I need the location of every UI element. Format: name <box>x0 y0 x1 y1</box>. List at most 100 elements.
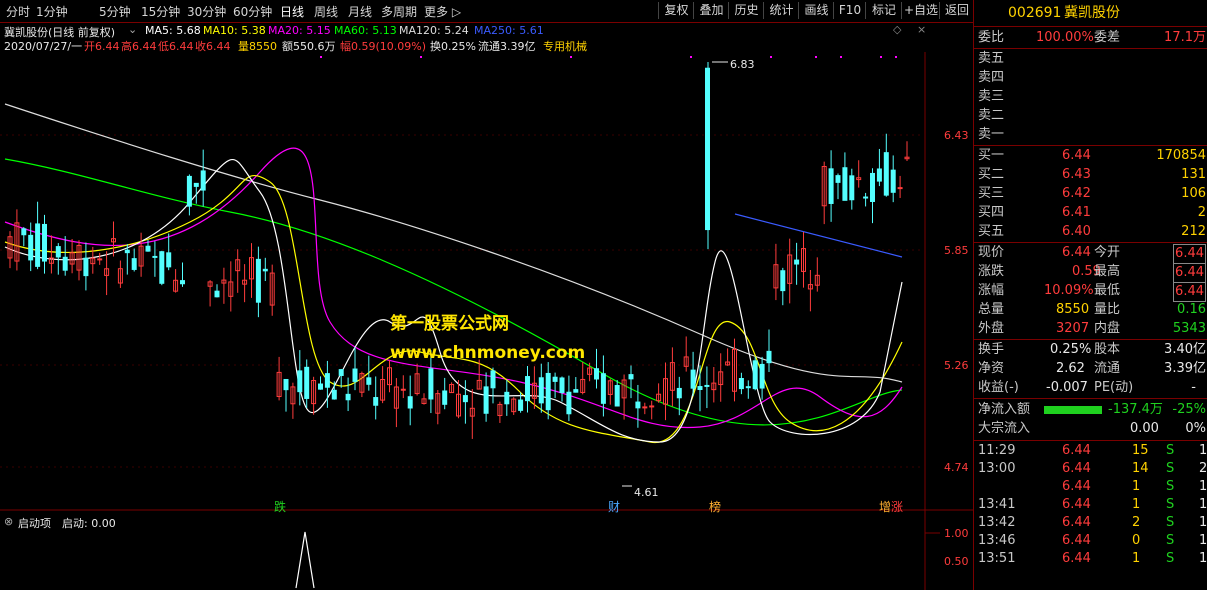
candle-body <box>366 377 372 385</box>
event-marker-list[interactable]: 榜 <box>709 498 721 515</box>
tab-15min[interactable]: 15分钟 <box>141 3 180 20</box>
quote-value: 6.44 <box>1173 282 1206 302</box>
candle-body <box>283 378 289 391</box>
candle-body <box>676 387 682 399</box>
close-icon[interactable]: × <box>917 23 926 36</box>
back-button[interactable]: 返回 <box>939 2 975 19</box>
indicator-axis-label: 0.50 <box>944 555 969 568</box>
high-price-label: 6.83 <box>730 58 755 71</box>
candle-body <box>614 385 620 407</box>
candle-body <box>97 258 103 261</box>
stat-value: -0.007 <box>1046 380 1088 395</box>
candle-body <box>780 270 786 292</box>
signal-dot <box>420 56 422 58</box>
candle-body <box>835 175 841 183</box>
tick-side: S <box>1166 479 1175 494</box>
candle-body <box>849 175 855 201</box>
indicator-name[interactable]: 启动项 <box>18 515 51 531</box>
netflow-row: 净流入额 -137.4万 -25% <box>974 401 1207 419</box>
ma120-legend: MA120: 5.24 <box>399 24 469 37</box>
stat-row: 换手 0.25% 股本 3.40亿 <box>974 341 1207 359</box>
history-button[interactable]: 历史 <box>728 2 764 19</box>
stat-value: 2.62 <box>1056 361 1085 376</box>
tab-fenshi[interactable]: 分时 <box>6 3 30 20</box>
stat-value: 0.25% <box>1050 342 1092 357</box>
candle-body <box>738 377 744 390</box>
f10-button[interactable]: F10 <box>833 2 866 19</box>
tab-5min[interactable]: 5分钟 <box>99 3 131 20</box>
draw-line-button[interactable]: 画线 <box>798 2 834 19</box>
tick-row: 13:51 6.44 1 S 1 <box>974 550 1207 568</box>
tab-30min[interactable]: 30分钟 <box>187 3 226 20</box>
stat-label: 流通 <box>1094 361 1121 376</box>
tab-daily[interactable]: 日线 <box>280 3 304 20</box>
indicator-close-icon[interactable]: ⊗ <box>4 515 13 528</box>
quote-panel: 002691 冀凯股份 委比 100.00% 委差 17.1万 卖五 卖四 卖三… <box>973 0 1207 590</box>
candle-body <box>462 395 468 403</box>
candle-body <box>262 268 268 272</box>
price-axis-label: 5.26 <box>944 359 969 372</box>
candle-body <box>573 389 579 393</box>
dropdown-chevron-icon[interactable]: ⌄ <box>128 23 137 36</box>
tab-monthly[interactable]: 月线 <box>348 3 372 20</box>
candle-body <box>373 397 379 406</box>
mark-button[interactable]: 标记 <box>865 2 902 19</box>
quote-label: 现价 <box>978 245 1005 260</box>
tab-weekly[interactable]: 周线 <box>314 3 338 20</box>
candle-body <box>166 252 172 268</box>
signal-dot <box>570 56 572 58</box>
candle-body <box>752 360 758 390</box>
signal-dot <box>815 56 817 58</box>
candle-body <box>352 368 358 382</box>
tab-1min[interactable]: 1分钟 <box>36 3 68 20</box>
kline-chart[interactable] <box>0 22 973 590</box>
kline-low: 低6.44 <box>158 40 194 53</box>
tab-60min[interactable]: 60分钟 <box>233 3 272 20</box>
overlay-button[interactable]: 叠加 <box>693 2 729 19</box>
netflow-pct: -25% <box>1172 402 1206 417</box>
tick-vol: 1 <box>1132 497 1141 512</box>
tick-time: 13:41 <box>978 497 1016 512</box>
tab-more[interactable]: 更多 ▷ <box>424 3 461 20</box>
candle-body <box>442 390 448 405</box>
diamond-icon[interactable]: ◇ <box>893 23 901 36</box>
tick-row: 13:00 6.44 14 S 2 <box>974 460 1207 478</box>
add-watchlist-button[interactable]: +自选 <box>901 2 940 19</box>
event-marker-finance[interactable]: 财 <box>608 498 620 515</box>
candle-body <box>400 388 406 391</box>
event-marker-rise[interactable]: 涨 <box>891 498 903 515</box>
tick-num: 1 <box>1199 479 1207 494</box>
event-marker-increase[interactable]: 增 <box>879 498 891 515</box>
stat-label: 净资 <box>978 361 1005 376</box>
candle-body <box>545 372 551 411</box>
buy-label: 买五 <box>978 224 1005 239</box>
ma5-legend: MA5: 5.68 <box>145 24 201 37</box>
candle-body <box>214 290 220 298</box>
buy-price: 6.42 <box>1062 186 1091 201</box>
candle-body <box>745 386 751 389</box>
kline-chart-area[interactable]: 冀凯股份(日线 前复权) ⌄ MA5: 5.68 MA10: 5.38 MA20… <box>0 22 973 590</box>
candle-body <box>28 234 34 261</box>
restore-rights-button[interactable]: 复权 <box>658 2 694 19</box>
tick-row: 11:29 6.44 15 S 1 <box>974 442 1207 460</box>
statistics-button[interactable]: 统计 <box>763 2 799 19</box>
candle-body <box>145 245 151 252</box>
buy-volume: 2 <box>1197 205 1206 220</box>
candle-body <box>642 406 648 409</box>
price-axis-label: 6.43 <box>944 129 969 142</box>
candle-body <box>594 368 599 380</box>
event-marker-fall[interactable]: 跌 <box>274 498 286 515</box>
tick-num: 1 <box>1199 533 1207 548</box>
sell-label: 卖四 <box>978 70 1005 85</box>
buy-label: 买二 <box>978 167 1005 182</box>
buy-5-row: 买五 6.40 212 <box>974 223 1207 241</box>
candle-body <box>159 251 165 284</box>
candle-body <box>35 223 41 267</box>
tab-multi-period[interactable]: 多周期 <box>381 3 417 20</box>
buy-volume: 170854 <box>1156 148 1206 163</box>
buy-price: 6.44 <box>1062 148 1091 163</box>
tick-price: 6.44 <box>1062 515 1091 530</box>
candle-body <box>324 373 330 388</box>
weibi-row: 委比 100.00% 委差 17.1万 <box>974 29 1207 47</box>
tick-price: 6.44 <box>1062 533 1091 548</box>
